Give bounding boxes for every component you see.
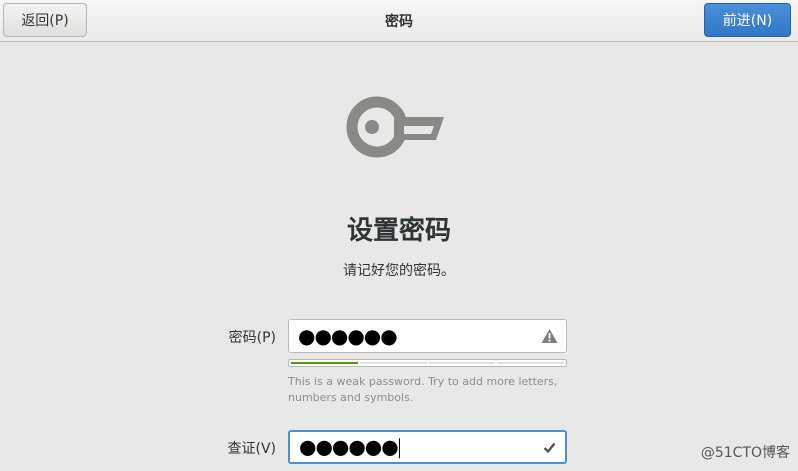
- next-button[interactable]: 前进(N): [704, 3, 791, 37]
- text-cursor: [398, 437, 400, 458]
- key-icon: [346, 96, 444, 158]
- watermark: @51CTO博客: [700, 445, 790, 461]
- strength-segment: [497, 362, 564, 364]
- header-bar: 返回(P) 密码 前进(N): [0, 0, 798, 42]
- strength-segment: [359, 362, 427, 364]
- confirm-label: 查证(V): [227, 441, 276, 457]
- page-title: 密码: [385, 14, 413, 30]
- password-strength-bar: [288, 359, 567, 367]
- password-strength-hint: This is a weak password. Try to add more…: [288, 375, 558, 404]
- password-field[interactable]: ●●●●●●: [288, 319, 567, 353]
- checkmark-icon: [543, 442, 556, 454]
- warning-icon: [541, 329, 558, 343]
- strength-segment: [291, 362, 358, 364]
- strength-segment: [428, 362, 496, 364]
- password-value: ●●●●●●: [298, 324, 398, 348]
- setup-heading: 设置密码: [346, 216, 451, 246]
- confirm-password-value: ●●●●●●: [299, 434, 400, 459]
- password-label: 密码(P): [228, 330, 276, 346]
- setup-subtitle: 请记好您的密码。: [343, 263, 455, 279]
- confirm-password-field[interactable]: ●●●●●●: [288, 430, 567, 464]
